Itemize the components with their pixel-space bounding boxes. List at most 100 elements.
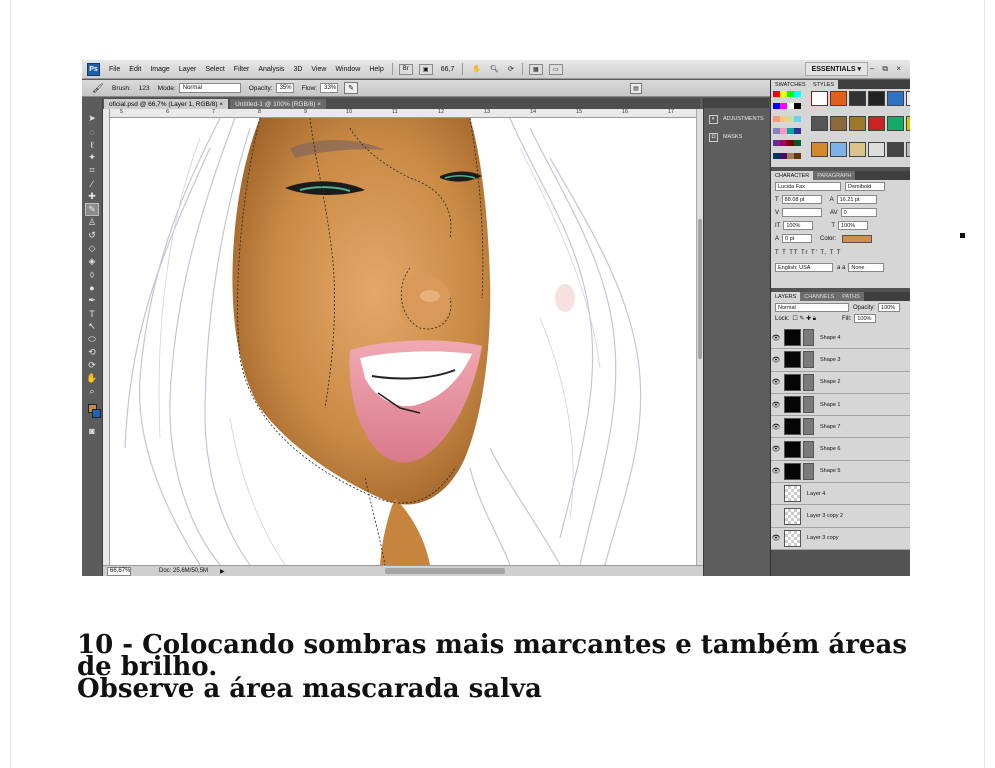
clone-stamp-tool-icon[interactable]: ♙ xyxy=(85,216,99,229)
brush-tool-icon[interactable]: ✎ xyxy=(85,203,99,216)
swatch-grid[interactable] xyxy=(771,89,809,167)
gradient-tool-icon[interactable]: ◈ xyxy=(85,255,99,268)
dock-adjustments[interactable]: ◐ ADJUSTMENTS xyxy=(704,112,769,126)
brush-preset-icon[interactable]: 🖌︎ xyxy=(92,82,104,94)
mode-select[interactable]: Normal xyxy=(178,83,241,93)
hand-tool-icon[interactable]: ✋ xyxy=(472,65,481,73)
dock-masks[interactable]: ◘ MASKS xyxy=(704,130,769,144)
marquee-tool-icon[interactable]: ◌ xyxy=(85,125,99,138)
style-grid[interactable] xyxy=(809,89,910,167)
hand-tool-icon[interactable]: ✋ xyxy=(85,372,99,385)
visibility-eye-icon[interactable]: 👁︎ xyxy=(771,334,781,342)
layer-row[interactable]: 👁︎ Shape 6 xyxy=(771,438,910,461)
flow-field[interactable]: 33% xyxy=(320,83,339,93)
quick-selection-tool-icon[interactable]: ✦ xyxy=(85,151,99,164)
menu-window[interactable]: Window xyxy=(335,66,360,73)
menu-layer[interactable]: Layer xyxy=(179,66,197,73)
baseline-field[interactable]: 0 pt xyxy=(782,234,813,243)
kerning-field[interactable] xyxy=(782,208,823,217)
lasso-tool-icon[interactable]: ℓ xyxy=(85,138,99,151)
path-selection-tool-icon[interactable]: ↖ xyxy=(85,320,99,333)
healing-brush-tool-icon[interactable]: ✚ xyxy=(85,190,99,203)
arrange-documents-icon[interactable]: ▦ xyxy=(528,63,543,75)
close-icon[interactable]: × xyxy=(219,101,223,108)
font-style-select[interactable]: Demibold xyxy=(845,182,885,191)
layer-row[interactable]: 👁︎ Layer 3 copy xyxy=(771,527,910,550)
lock-icons[interactable]: ☐ ✎ ✚ 🔒︎ xyxy=(792,315,816,323)
pen-tool-icon[interactable]: ✒ xyxy=(85,294,99,307)
move-tool-icon[interactable]: ➤ xyxy=(85,112,99,125)
tab-paths[interactable]: PATHS xyxy=(838,292,864,301)
layer-row[interactable]: 👁︎ Shape 7 xyxy=(771,416,910,439)
vertical-scale-field[interactable]: 100% xyxy=(783,221,814,230)
shape-tool-icon[interactable]: ⬭ xyxy=(85,333,99,346)
text-color-swatch[interactable] xyxy=(842,234,873,243)
tab-swatches[interactable]: SWATCHES xyxy=(771,80,810,89)
tab-untitled[interactable]: Untitled-1 @ 100% (RGB/8) × xyxy=(230,99,326,109)
vertical-scrollbar[interactable] xyxy=(696,109,703,565)
menu-analysis[interactable]: Analysis xyxy=(258,66,284,73)
language-select[interactable]: English: USA xyxy=(775,263,833,272)
tab-oficial[interactable]: oficial.psd @ 66,7% (Layer 1, RGB/8) × xyxy=(104,99,229,109)
tab-channels[interactable]: CHANNELS xyxy=(800,292,839,301)
close-icon[interactable]: × xyxy=(317,101,321,108)
zoom-tool-icon[interactable]: ⌕ xyxy=(85,385,99,398)
dodge-tool-icon[interactable]: ● xyxy=(85,281,99,294)
zoom-tool-icon[interactable]: 🔍︎ xyxy=(490,65,499,73)
eyedropper-tool-icon[interactable]: ⁄ xyxy=(85,177,99,190)
status-zoom-field[interactable]: 66,67% xyxy=(107,566,131,576)
menu-3d[interactable]: 3D xyxy=(293,66,302,73)
menu-file[interactable]: File xyxy=(109,66,120,73)
menu-view[interactable]: View xyxy=(311,66,326,73)
layer-row[interactable]: 👁︎ Shape 1 xyxy=(771,393,910,417)
visibility-eye-icon[interactable]: 👁︎ xyxy=(771,423,781,431)
quick-mask-icon[interactable]: ◙ xyxy=(85,424,99,437)
blur-tool-icon[interactable]: ◊ xyxy=(85,268,99,281)
document-canvas[interactable] xyxy=(110,118,696,565)
background-color-swatch[interactable] xyxy=(91,409,101,418)
3d-orbit-tool-icon[interactable]: ⟳ xyxy=(85,359,99,372)
3d-rotate-tool-icon[interactable]: ⟲ xyxy=(85,346,99,359)
layer-row[interactable]: 👁︎ Shape 5 xyxy=(771,460,910,484)
workspace-switcher[interactable]: ESSENTIALS ▾ xyxy=(804,62,868,76)
status-arrow-icon[interactable]: ▶ xyxy=(220,568,225,575)
eraser-tool-icon[interactable]: ◇ xyxy=(85,242,99,255)
visibility-eye-icon[interactable]: 👁︎ xyxy=(771,534,781,542)
window-controls[interactable]: – ⧉ × xyxy=(870,64,904,74)
font-size-field[interactable]: 88.08 pt xyxy=(781,195,822,204)
screen-mode-icon[interactable]: ▭ xyxy=(548,63,563,75)
layer-row[interactable]: Layer 3 copy 2 xyxy=(771,505,910,528)
visibility-eye-icon[interactable]: 👁︎ xyxy=(771,445,781,453)
leading-field[interactable]: 16.21 pt xyxy=(836,195,877,204)
layer-fill-field[interactable]: 100% xyxy=(854,314,877,323)
rotate-view-icon[interactable]: ⟳ xyxy=(508,65,514,73)
menu-select[interactable]: Select xyxy=(205,66,224,73)
visibility-eye-icon[interactable]: 👁︎ xyxy=(771,378,781,386)
crop-tool-icon[interactable]: ⌗ xyxy=(85,164,99,177)
layer-row[interactable]: 👁︎ Shape 4 xyxy=(771,327,910,350)
history-brush-tool-icon[interactable]: ↺ xyxy=(85,229,99,242)
layer-row[interactable]: Layer 4 xyxy=(771,483,910,506)
type-tool-icon[interactable]: T xyxy=(85,307,99,320)
airbrush-toggle-icon[interactable]: ✎ xyxy=(344,82,359,94)
visibility-eye-icon[interactable]: 👁︎ xyxy=(771,401,781,409)
font-family-select[interactable]: Lucida Fax xyxy=(775,182,841,191)
status-doc-size[interactable]: Doc: 25,6M/50,5M xyxy=(159,568,208,574)
brush-panel-icon[interactable]: ▤ xyxy=(630,83,642,94)
layer-row[interactable]: 👁︎ Shape 3 xyxy=(771,349,910,372)
menu-filter[interactable]: Filter xyxy=(234,66,250,73)
tab-character[interactable]: CHARACTER xyxy=(771,171,814,180)
scroll-thumb[interactable] xyxy=(698,219,702,359)
tab-layers[interactable]: LAYERS xyxy=(771,292,801,301)
menu-image[interactable]: Image xyxy=(150,66,169,73)
horizontal-scale-field[interactable]: 100% xyxy=(838,221,869,230)
visibility-eye-icon[interactable]: 👁︎ xyxy=(771,467,781,475)
layer-row[interactable]: 👁︎ Shape 2 xyxy=(771,371,910,394)
menu-edit[interactable]: Edit xyxy=(129,66,141,73)
view-extras-icon[interactable]: ▣ xyxy=(418,63,433,75)
horizontal-scroll-thumb[interactable] xyxy=(384,568,505,574)
layer-opacity-field[interactable]: 100% xyxy=(878,303,901,312)
tracking-field[interactable]: 0 xyxy=(840,208,877,217)
blend-mode-select[interactable]: Normal xyxy=(775,303,849,312)
visibility-eye-icon[interactable]: 👁︎ xyxy=(771,356,781,364)
